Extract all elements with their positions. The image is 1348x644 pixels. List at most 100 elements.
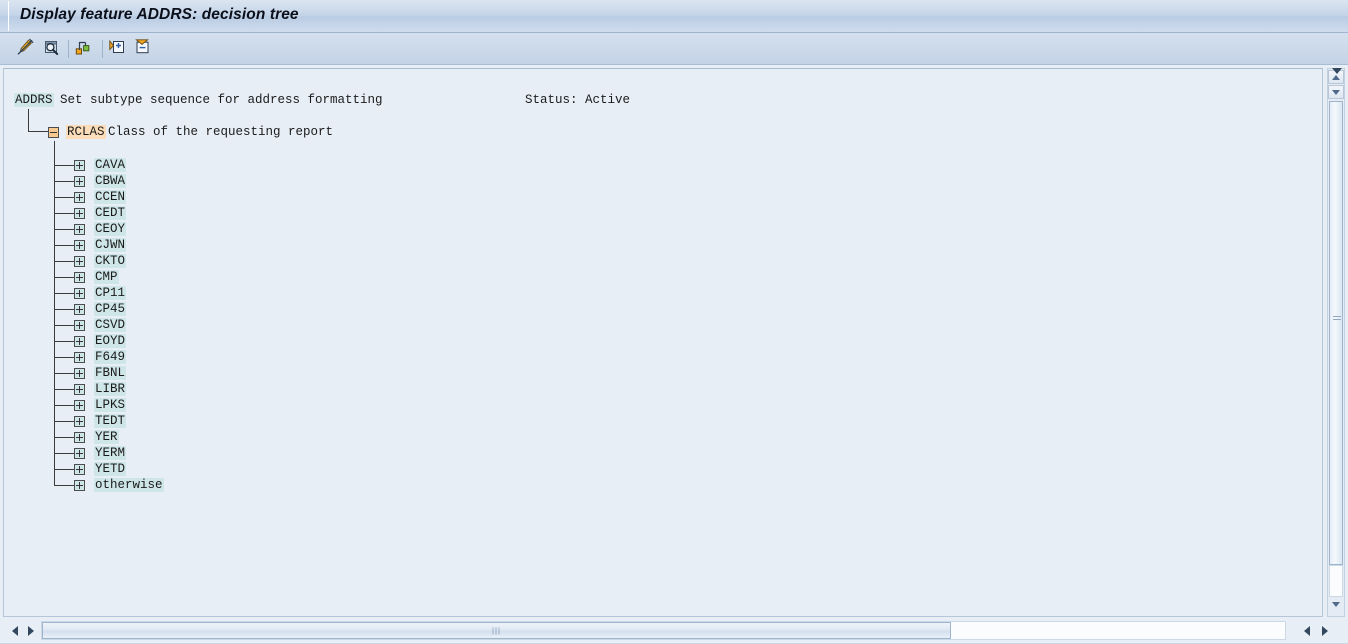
chevron-left-icon	[11, 626, 18, 636]
expand-node-icon[interactable]	[74, 368, 85, 379]
tree-leaf-row[interactable]: CEDT	[4, 205, 1322, 221]
tree-leaf-label[interactable]: CAVA	[94, 158, 127, 172]
tree-leaf-row[interactable]: LPKS	[4, 397, 1322, 413]
expand-node-icon[interactable]	[74, 480, 85, 491]
tree-leaf-label[interactable]: CCEN	[94, 190, 127, 204]
tree-leaf-label[interactable]: CSVD	[94, 318, 127, 332]
tree-leaf-row[interactable]: CP45	[4, 301, 1322, 317]
tree-leaf-row[interactable]: otherwise	[4, 477, 1322, 493]
tree-leaf-label[interactable]: LPKS	[94, 398, 127, 412]
tree-leaf-label[interactable]: LIBR	[94, 382, 127, 396]
tree-leaf-row[interactable]: CAVA	[4, 157, 1322, 173]
tree-leaf-row[interactable]: LIBR	[4, 381, 1322, 397]
tree-leaf-label[interactable]: CEDT	[94, 206, 127, 220]
expand-node-icon[interactable]	[74, 320, 85, 331]
tree-connector-root-horizontal	[28, 131, 49, 132]
chevron-down-icon-bottom	[1332, 601, 1340, 607]
scroll-down-button-top[interactable]	[1328, 85, 1344, 99]
tree-leaf-row[interactable]: F649	[4, 349, 1322, 365]
tree-leaf-label[interactable]: YETD	[94, 462, 127, 476]
tree-connector-leaf	[54, 229, 74, 230]
expand-node-icon[interactable]	[74, 160, 85, 171]
tree-leaf-label[interactable]: CJWN	[94, 238, 127, 252]
horizontal-scroll-track[interactable]	[41, 621, 1286, 640]
display-mode-button[interactable]	[40, 38, 62, 60]
tree-leaf-label[interactable]: YERM	[94, 446, 127, 460]
expand-node-icon[interactable]	[74, 224, 85, 235]
tree-leaf-label[interactable]: EOYD	[94, 334, 127, 348]
tree-leaf-label[interactable]: YER	[94, 430, 119, 444]
scroll-down-button[interactable]	[1328, 597, 1344, 611]
structure-button[interactable]	[72, 38, 94, 60]
tree-connector-leaf	[54, 165, 74, 166]
decision-tree-canvas: ADDRS Set subtype sequence for address f…	[3, 68, 1323, 617]
tree-leaf-row[interactable]: CMP	[4, 269, 1322, 285]
expand-subtree-button[interactable]	[106, 38, 128, 60]
vertical-scroll-thumb[interactable]	[1329, 101, 1343, 565]
tree-connector-leaf	[54, 325, 74, 326]
tree-leaf-row[interactable]: FBNL	[4, 365, 1322, 381]
vertical-scroll-track[interactable]	[1329, 565, 1343, 597]
tree-leaf-row[interactable]: CKTO	[4, 253, 1322, 269]
tree-leaf-row[interactable]: CBWA	[4, 173, 1322, 189]
expand-node-icon[interactable]	[74, 448, 85, 459]
tree-leaf-label[interactable]: CEOY	[94, 222, 127, 236]
expand-node-icon[interactable]	[74, 256, 85, 267]
tree-leaf-row[interactable]: YETD	[4, 461, 1322, 477]
tree-leaf-row[interactable]: YER	[4, 429, 1322, 445]
expand-node-icon[interactable]	[74, 192, 85, 203]
scroll-left-button-right[interactable]	[1300, 623, 1313, 639]
tree-leaf-label[interactable]: TEDT	[94, 414, 127, 428]
tree-leaf-label[interactable]: CBWA	[94, 174, 127, 188]
rclas-field-code[interactable]: RCLAS	[66, 125, 106, 139]
expand-node-icon[interactable]	[74, 464, 85, 475]
tree-leaf-label[interactable]: FBNL	[94, 366, 127, 380]
tree-leaf-row[interactable]: CP11	[4, 285, 1322, 301]
horizontal-scroll-thumb[interactable]	[42, 622, 951, 639]
expand-node-icon[interactable]	[74, 336, 85, 347]
scroll-left-button[interactable]	[8, 623, 21, 639]
tree-leaf-row[interactable]: CSVD	[4, 317, 1322, 333]
expand-node-icon[interactable]	[74, 416, 85, 427]
tree-connector-leaf	[54, 453, 74, 454]
expand-node-icon[interactable]	[74, 208, 85, 219]
expand-node-icon[interactable]	[74, 352, 85, 363]
vertical-scrollbar[interactable]	[1327, 68, 1345, 617]
tree-leaf-row[interactable]: CEOY	[4, 221, 1322, 237]
scroll-right-button-left[interactable]	[24, 623, 37, 639]
tree-connector-leaf	[54, 181, 74, 182]
scroll-corner-down-icon[interactable]	[1332, 68, 1342, 74]
tree-leaf-label[interactable]: CMP	[94, 270, 119, 284]
chevron-down-icon	[1332, 89, 1340, 95]
collapse-node-icon[interactable]	[48, 127, 59, 138]
expand-node-icon[interactable]	[74, 384, 85, 395]
tree-leaf-label[interactable]: CKTO	[94, 254, 127, 268]
feature-description: Set subtype sequence for address formatt…	[60, 93, 383, 107]
tree-leaf-label[interactable]: F649	[94, 350, 127, 364]
magnifier-icon	[42, 38, 60, 61]
expand-node-icon[interactable]	[74, 432, 85, 443]
application-toolbar: © www.tutorialkart.com	[0, 33, 1348, 94]
scroll-right-button[interactable]	[1318, 623, 1331, 639]
tree-leaf-label[interactable]: CP11	[94, 286, 127, 300]
minus-node-icon	[134, 38, 152, 61]
feature-code[interactable]: ADDRS	[14, 93, 54, 107]
expand-node-icon[interactable]	[74, 240, 85, 251]
tree-leaf-row[interactable]: TEDT	[4, 413, 1322, 429]
expand-node-icon[interactable]	[74, 400, 85, 411]
tree-connector-root-vertical	[28, 109, 29, 131]
tree-leaf-row[interactable]: YERM	[4, 445, 1322, 461]
expand-node-icon[interactable]	[74, 304, 85, 315]
change-mode-button[interactable]	[14, 38, 36, 60]
tree-leaf-label[interactable]: otherwise	[94, 478, 164, 492]
tree-connector-leaf	[54, 293, 74, 294]
expand-node-icon[interactable]	[74, 288, 85, 299]
expand-node-icon[interactable]	[74, 272, 85, 283]
tree-leaf-row[interactable]: CJWN	[4, 237, 1322, 253]
tree-leaf-label[interactable]: CP45	[94, 302, 127, 316]
tree-leaf-row[interactable]: CCEN	[4, 189, 1322, 205]
collapse-subtree-button[interactable]	[132, 38, 154, 60]
tree-leaf-row[interactable]: EOYD	[4, 333, 1322, 349]
expand-node-icon[interactable]	[74, 176, 85, 187]
chevron-up-icon	[1332, 74, 1340, 80]
